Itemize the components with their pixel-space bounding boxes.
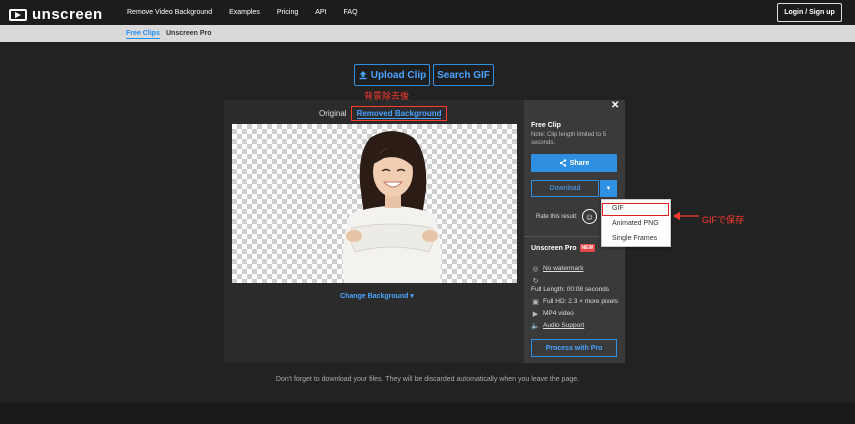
feature-label: Full Length: 00:08 seconds [531, 286, 610, 293]
sub-navbar: Free Clips Unscreen Pro [0, 25, 855, 42]
login-button[interactable]: Login / Sign up [777, 3, 842, 22]
feature-label: Audio Support [543, 322, 585, 329]
menu-item-single-frames[interactable]: Single Frames [612, 235, 657, 242]
tab-unscreen-pro[interactable]: Unscreen Pro [166, 30, 212, 37]
share-button[interactable]: Share [531, 154, 617, 172]
new-badge: NEW [579, 244, 596, 252]
gif-highlight-box [602, 203, 669, 216]
feature-mp4: ▶ MP4 video [531, 309, 574, 318]
chevron-down-icon: ▼ [605, 185, 612, 192]
close-icon[interactable]: ✕ [611, 100, 619, 111]
annotation-arrow-icon [673, 212, 699, 220]
view-tabs: Original Removed Background [319, 106, 448, 121]
logo[interactable]: unscreen [9, 6, 103, 23]
clock-icon: ↻ [532, 277, 539, 285]
feature-full-hd: ▣ Full HD: 2.3 × more pixels [531, 297, 618, 306]
share-label: Share [569, 159, 590, 167]
annotation-gif-note: GIFで保存 [702, 215, 744, 225]
logo-icon [9, 8, 27, 21]
nav-pricing[interactable]: Pricing [277, 9, 298, 16]
upload-clip-label: Upload Clip [370, 69, 427, 81]
watermark-icon: ◎ [532, 265, 539, 273]
download-button[interactable]: Download [531, 180, 599, 197]
preview-canvas [232, 124, 517, 283]
tab-free-clips[interactable]: Free Clips [126, 30, 160, 39]
upload-clip-button[interactable]: Upload Clip [354, 64, 430, 86]
feature-audio: 🔈 Audio Support [531, 321, 584, 330]
tab-removed-background-label: Removed Background [356, 109, 442, 119]
footer-bar [0, 402, 855, 424]
rate-label: Rate this result: [536, 214, 578, 220]
feature-label: MP4 video [543, 310, 574, 317]
menu-item-animated-png[interactable]: Animated PNG [612, 220, 659, 227]
sidebar-title: Free Clip [531, 122, 561, 129]
feature-no-watermark: ◎ No watermark [531, 264, 583, 273]
smile-rating-icon[interactable]: ☺ [582, 209, 597, 224]
main-nav: Remove Video Background Examples Pricing… [127, 0, 375, 25]
audio-icon: 🔈 [531, 322, 540, 330]
tab-original[interactable]: Original [319, 109, 347, 118]
pro-title-label: Unscreen Pro [531, 244, 577, 252]
tab-removed-background[interactable]: Removed Background [350, 106, 448, 121]
feature-label: Full HD: 2.3 × more pixels [543, 298, 618, 305]
video-icon: ▶ [532, 310, 539, 318]
person-cutout [342, 131, 442, 283]
change-background-link[interactable]: Change Background ▾ [340, 292, 414, 300]
download-dropdown-toggle[interactable]: ▼ [600, 180, 617, 197]
nav-remove-bg[interactable]: Remove Video Background [127, 9, 212, 16]
nav-api[interactable]: API [315, 9, 326, 16]
share-icon [559, 159, 566, 167]
nav-faq[interactable]: FAQ [344, 9, 358, 16]
upload-icon [359, 71, 367, 80]
process-with-pro-button[interactable]: Process with Pro [531, 339, 617, 357]
feature-full-length: Full Length: 00:08 seconds [531, 286, 609, 293]
top-navbar: unscreen Remove Video Background Example… [0, 0, 855, 25]
nav-examples[interactable]: Examples [229, 9, 260, 16]
feature-label: No watermark [543, 265, 584, 272]
search-gif-label: Search GIF [437, 69, 490, 81]
change-background-label: Change Background [340, 293, 409, 300]
chevron-down-icon: ▾ [410, 293, 414, 300]
brand-name: unscreen [32, 6, 103, 23]
search-gif-button[interactable]: Search GIF [433, 64, 494, 86]
hd-icon: ▣ [532, 298, 539, 306]
clip-length-note: Note: Clip length limited to 5 seconds. [531, 132, 607, 146]
feature-clock: ↻ [531, 276, 543, 285]
footer-note: Don't forget to download your files. The… [275, 376, 580, 383]
pro-section-title: Unscreen Pro NEW [531, 244, 596, 252]
